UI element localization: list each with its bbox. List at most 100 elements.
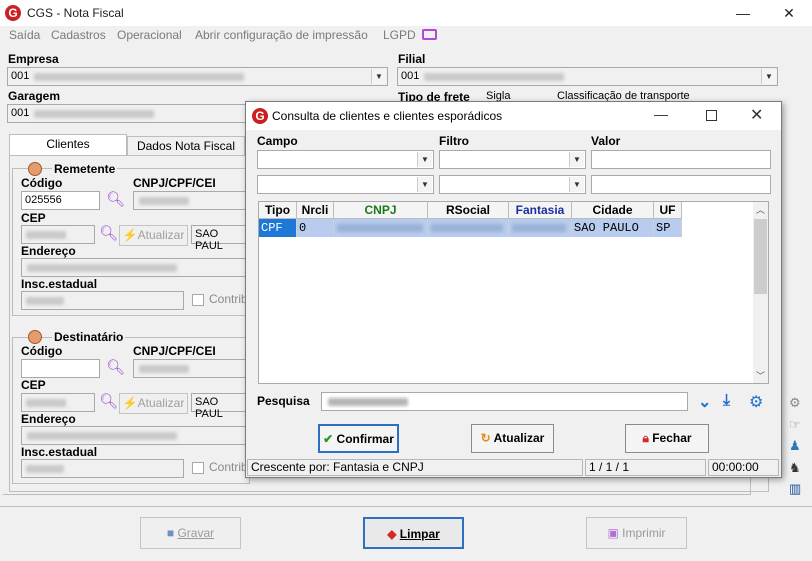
destinatario-endereco-label: Endereço bbox=[21, 412, 76, 426]
close-window-button[interactable]: ✕ bbox=[766, 0, 812, 26]
users-icon[interactable]: ♟ bbox=[789, 438, 805, 454]
destinatario-contribuinte-checkbox[interactable] bbox=[192, 462, 204, 474]
col-header-nrcli[interactable]: Nrcli bbox=[297, 202, 334, 219]
chevron-down-icon[interactable]: ▼ bbox=[569, 177, 584, 192]
consulta-dialog: G Consulta de clientes e clientes esporá… bbox=[245, 101, 782, 478]
imprimir-button[interactable]: ▣ Imprimir bbox=[586, 517, 687, 549]
settings-person-icon[interactable]: ⚙ bbox=[789, 395, 805, 411]
remetente-cnpj-label: CNPJ/CPF/CEI bbox=[133, 176, 216, 190]
dialog-title-bar: G Consulta de clientes e clientes esporá… bbox=[246, 102, 781, 130]
col-header-fantasia[interactable]: Fantasia bbox=[509, 202, 572, 219]
remetente-codigo-label: Código bbox=[21, 176, 63, 190]
fechar-button[interactable]: 🔒︎ Fechar bbox=[625, 424, 709, 453]
filtro-select-2[interactable]: ▼ bbox=[439, 175, 586, 194]
filial-label: Filial bbox=[398, 52, 426, 66]
run-icon[interactable]: ♞ bbox=[789, 460, 805, 476]
status-time: 00:00:00 bbox=[708, 459, 779, 476]
destinatario-cnpj-field[interactable] bbox=[133, 359, 246, 378]
dialog-maximize-button[interactable] bbox=[706, 110, 717, 121]
dialog-close-button[interactable]: ✕ bbox=[750, 105, 763, 125]
cell-tipo[interactable]: CPF bbox=[259, 219, 297, 237]
valor-input-2[interactable] bbox=[591, 175, 771, 194]
remetente-contribuinte-checkbox[interactable] bbox=[192, 294, 204, 306]
destinatario-cep-label: CEP bbox=[21, 378, 46, 392]
filtro-select-1[interactable]: ▼ bbox=[439, 150, 586, 169]
remetente-cnpj-field[interactable] bbox=[133, 191, 246, 210]
menu-saida[interactable]: Saída bbox=[9, 28, 40, 42]
gear-icon[interactable]: ⚙ bbox=[749, 392, 763, 412]
window-title: CGS - Nota Fiscal bbox=[27, 6, 124, 20]
minimize-button[interactable]: — bbox=[720, 0, 766, 26]
scroll-down-icon[interactable]: ﹀ bbox=[756, 369, 765, 382]
cell-fantasia[interactable] bbox=[509, 219, 572, 237]
vertical-scrollbar[interactable]: ︿ ﹀ bbox=[753, 202, 768, 383]
remetente-cep-field[interactable] bbox=[21, 225, 95, 244]
confirmar-button[interactable]: ✔ Confirmar bbox=[318, 424, 399, 453]
search-icon[interactable]: 🔍︎ bbox=[99, 394, 118, 410]
menu-cadastros[interactable]: Cadastros bbox=[51, 28, 106, 42]
remetente-title: Remetente bbox=[52, 162, 118, 176]
chevron-double-down-icon[interactable]: ⌄ bbox=[698, 392, 711, 412]
menu-lgpd[interactable]: LGPD bbox=[383, 28, 416, 42]
scrollbar-thumb[interactable] bbox=[754, 219, 767, 294]
search-icon[interactable]: 🔍︎ bbox=[106, 192, 125, 208]
chevron-down-icon[interactable]: ▼ bbox=[761, 69, 776, 84]
filial-select[interactable]: 001 ▼ bbox=[397, 67, 778, 86]
chevron-to-bottom-icon[interactable]: ⤓ bbox=[723, 392, 730, 410]
remetente-endereco-label: Endereço bbox=[21, 244, 76, 258]
search-icon[interactable]: 🔍︎ bbox=[99, 226, 118, 242]
remetente-codigo-input[interactable]: 025556 bbox=[21, 191, 100, 210]
chevron-down-icon[interactable]: ▼ bbox=[417, 177, 432, 192]
campo-select-1[interactable]: ▼ bbox=[257, 150, 434, 169]
gravar-button[interactable]: ■ Gravar bbox=[140, 517, 241, 549]
book-icon[interactable]: ▥ bbox=[789, 481, 805, 497]
destinatario-endereco-field[interactable] bbox=[21, 426, 248, 445]
chevron-down-icon[interactable]: ▼ bbox=[371, 69, 386, 84]
destinatario-cidade-field[interactable]: SAO PAUL bbox=[191, 393, 248, 420]
chevron-down-icon[interactable]: ▼ bbox=[569, 152, 584, 167]
cell-rsocial[interactable] bbox=[428, 219, 509, 237]
save-icon: ■ bbox=[166, 526, 175, 540]
destinatario-cep-field[interactable] bbox=[21, 393, 95, 412]
destinatario-atualizar-button[interactable]: ⚡Atualizar bbox=[119, 393, 188, 414]
hand-icon[interactable]: ☞ bbox=[789, 417, 805, 433]
col-header-tipo[interactable]: Tipo bbox=[259, 202, 297, 219]
col-header-cidade[interactable]: Cidade bbox=[572, 202, 654, 219]
remetente-atualizar-button[interactable]: ⚡Atualizar bbox=[119, 225, 188, 246]
app-logo-icon: G bbox=[252, 108, 268, 124]
person-icon bbox=[28, 330, 42, 344]
monitor-icon[interactable] bbox=[422, 29, 437, 40]
campo-select-2[interactable]: ▼ bbox=[257, 175, 434, 194]
remetente-endereco-field[interactable] bbox=[21, 258, 248, 277]
atualizar-button[interactable]: ↻ Atualizar bbox=[471, 424, 554, 453]
tab-clientes[interactable]: Clientes bbox=[9, 134, 127, 156]
chevron-down-icon[interactable]: ▼ bbox=[417, 152, 432, 167]
check-icon: ✔ bbox=[323, 432, 334, 446]
destinatario-cnpj-label: CNPJ/CPF/CEI bbox=[133, 344, 216, 358]
pesquisa-input[interactable] bbox=[321, 392, 688, 411]
search-icon[interactable]: 🔍︎ bbox=[106, 360, 125, 376]
destinatario-insc-field[interactable] bbox=[21, 459, 184, 478]
valor-input-1[interactable] bbox=[591, 150, 771, 169]
cell-cidade[interactable]: SAO PAULO bbox=[572, 219, 654, 237]
menu-abrir-configuracao[interactable]: Abrir configuração de impressão bbox=[195, 28, 368, 42]
cell-nrcli[interactable]: 0 bbox=[297, 219, 334, 237]
title-bar: G CGS - Nota Fiscal — ✕ bbox=[0, 0, 812, 26]
cell-uf[interactable]: SP bbox=[654, 219, 682, 237]
valor-label: Valor bbox=[591, 134, 621, 148]
tab-dados-nota-fiscal[interactable]: Dados Nota Fiscal bbox=[127, 136, 245, 156]
results-grid: Tipo Nrcli CNPJ RSocial Fantasia Cidade … bbox=[258, 201, 769, 384]
col-header-cnpj[interactable]: CNPJ bbox=[334, 202, 428, 219]
col-header-rsocial[interactable]: RSocial bbox=[428, 202, 509, 219]
remetente-insc-field[interactable] bbox=[21, 291, 184, 310]
dialog-minimize-button[interactable]: — bbox=[654, 106, 668, 122]
remetente-cidade-field[interactable]: SAO PAUL bbox=[191, 225, 248, 252]
menu-operacional[interactable]: Operacional bbox=[117, 28, 182, 42]
scroll-up-icon[interactable]: ︿ bbox=[756, 203, 765, 216]
garagem-select[interactable]: 001 bbox=[7, 104, 252, 123]
col-header-uf[interactable]: UF bbox=[654, 202, 682, 219]
destinatario-codigo-input[interactable] bbox=[21, 359, 100, 378]
limpar-button[interactable]: ◆ Limpar bbox=[363, 517, 464, 549]
cell-cnpj[interactable] bbox=[334, 219, 428, 237]
empresa-select[interactable]: 001 ▼ bbox=[7, 67, 388, 86]
